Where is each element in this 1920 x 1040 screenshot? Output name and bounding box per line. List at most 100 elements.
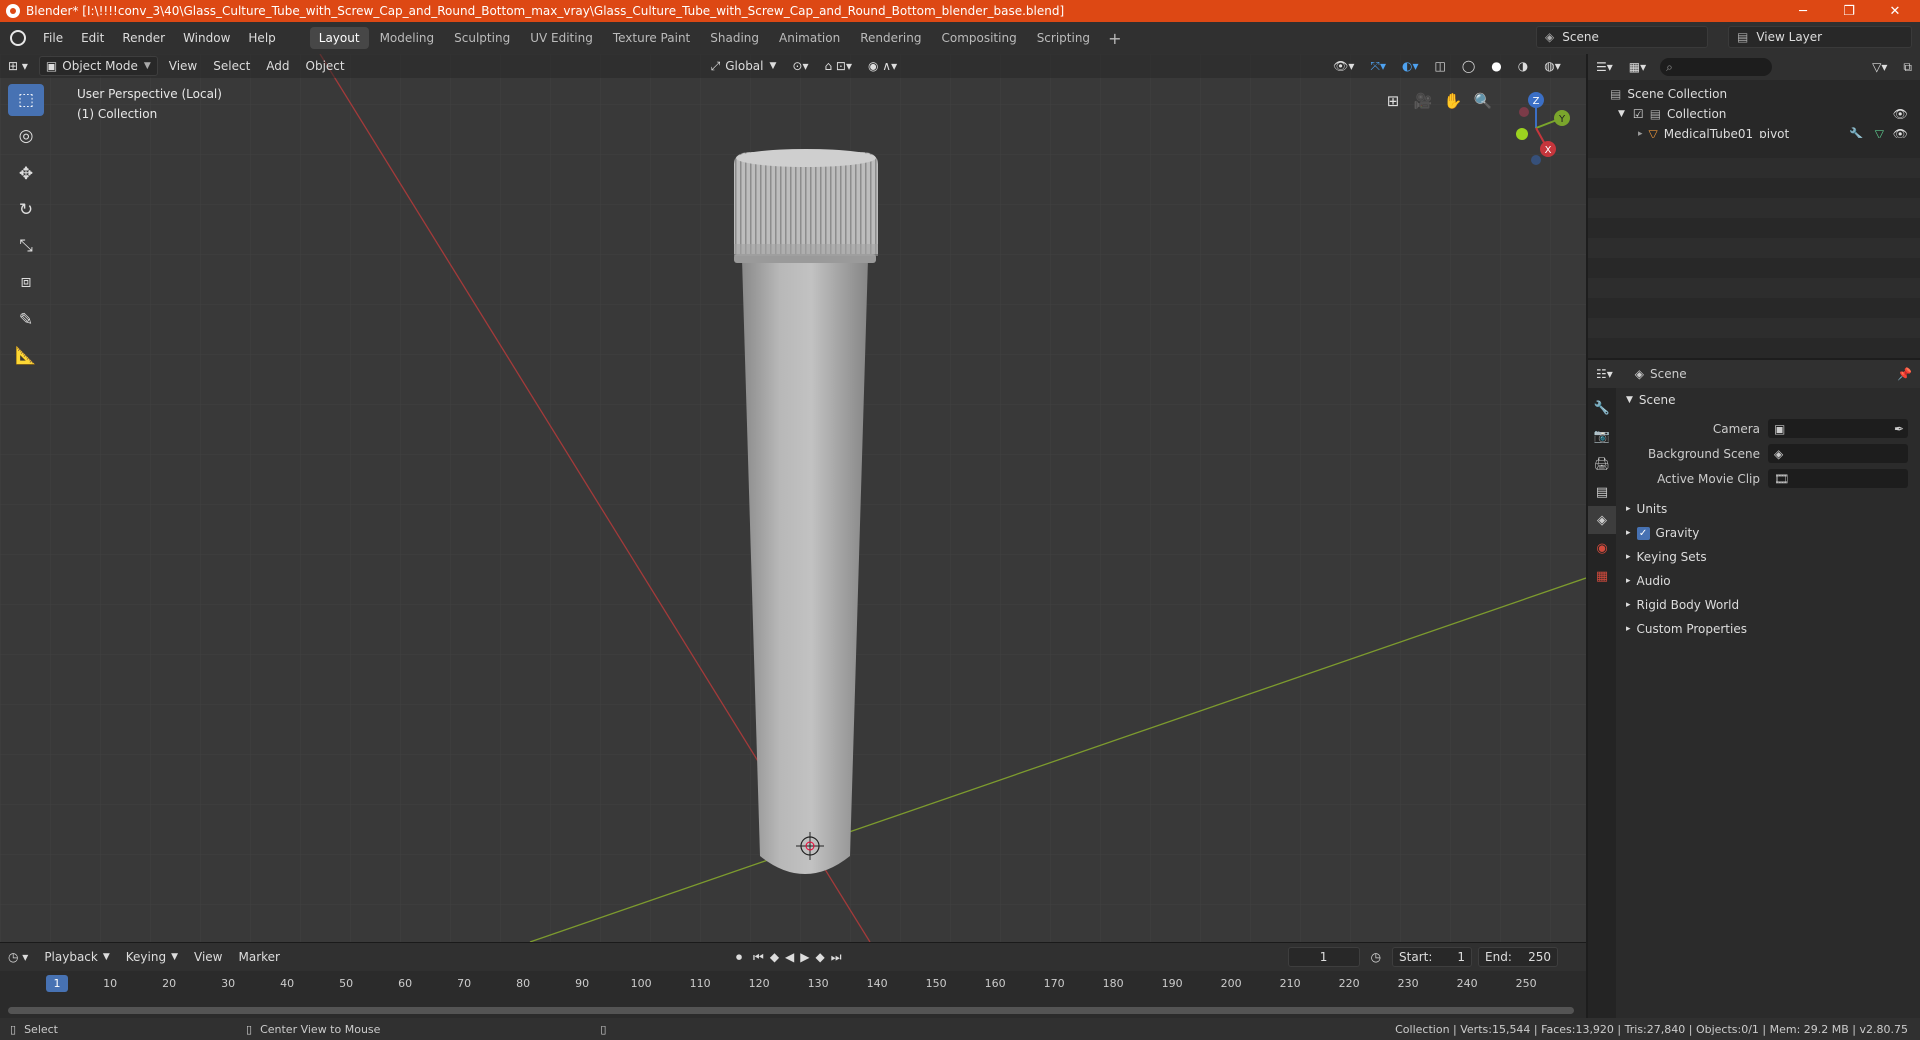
gravity-checkbox[interactable]: ✓ bbox=[1636, 526, 1650, 540]
tab-uv-editing[interactable]: UV Editing bbox=[521, 27, 602, 49]
outliner-editor-type-icon[interactable]: ☰▾ bbox=[1588, 56, 1621, 78]
play-icon[interactable]: ▶ bbox=[797, 946, 812, 968]
add-workspace-icon[interactable]: + bbox=[1100, 29, 1129, 48]
record-icon[interactable]: ⏺ bbox=[728, 946, 750, 968]
shading-rendered-icon[interactable]: ◍▾ bbox=[1536, 55, 1569, 77]
scale-icon[interactable]: ⤡ bbox=[8, 230, 44, 262]
gizmo-toggle-icon[interactable]: ⤧▾ bbox=[1362, 55, 1394, 77]
end-frame-field[interactable]: End: 250 bbox=[1478, 947, 1559, 967]
camera-view-icon[interactable]: 🎥 bbox=[1410, 88, 1436, 114]
keying-sets-panel[interactable]: ▸ Keying Sets bbox=[1616, 545, 1920, 569]
timeline-menu-view[interactable]: View bbox=[186, 946, 230, 968]
measure-icon[interactable]: 📐 bbox=[8, 340, 44, 372]
texture-tab-icon[interactable]: ▦ bbox=[1588, 562, 1616, 590]
jump-start-icon[interactable]: ⏮ bbox=[750, 946, 767, 968]
annotate-icon[interactable]: ✎ bbox=[8, 304, 44, 336]
orientation-dropdown[interactable]: ⤢ Global ▼ bbox=[703, 55, 785, 77]
render-tab-icon[interactable]: 📷 bbox=[1588, 422, 1616, 450]
scene-panel-header[interactable]: ▼ Scene bbox=[1616, 388, 1920, 412]
timeline-menu-marker[interactable]: Marker bbox=[231, 946, 288, 968]
move-icon[interactable]: ✥ bbox=[8, 158, 44, 190]
preview-range-icon[interactable]: ◷ bbox=[1363, 946, 1389, 968]
menu-help[interactable]: Help bbox=[239, 22, 284, 54]
properties-editor-type-icon[interactable]: ☷▾ bbox=[1588, 363, 1621, 385]
world-tab-icon[interactable]: ◉ bbox=[1588, 534, 1616, 562]
new-collection-icon[interactable]: ⧉ bbox=[1895, 56, 1920, 78]
current-frame-marker[interactable]: 1 bbox=[46, 975, 68, 992]
viewport-menu-object[interactable]: Object bbox=[298, 55, 353, 77]
scene-tab-active-icon[interactable]: ◈ bbox=[1588, 506, 1616, 534]
transform-icon[interactable]: ⧈ bbox=[8, 266, 44, 298]
viewport-menu-select[interactable]: Select bbox=[205, 55, 258, 77]
cursor-icon[interactable]: ◎ bbox=[8, 120, 44, 152]
timeline-menu-playback[interactable]: Playback ▼ bbox=[36, 946, 117, 968]
menu-file[interactable]: File bbox=[34, 22, 72, 54]
custom-properties-panel[interactable]: ▸ Custom Properties bbox=[1616, 617, 1920, 641]
timeline-ruler[interactable]: 1 10 20 30 40 50 60 70 80 90 100 110 120 130 140 150 16… bbox=[0, 971, 1586, 997]
mode-dropdown[interactable]: ▣ Object Mode ▼ bbox=[38, 56, 158, 76]
audio-panel[interactable]: ▸ Audio bbox=[1616, 569, 1920, 593]
visibility-icon[interactable]: 👁▾ bbox=[1325, 55, 1362, 77]
viewport-menu-view[interactable]: View bbox=[161, 55, 205, 77]
filter-icon[interactable]: ▽▾ bbox=[1864, 56, 1895, 78]
scene-selector[interactable]: ◈ Scene bbox=[1536, 26, 1708, 48]
gravity-panel[interactable]: ▸ ✓ Gravity bbox=[1616, 521, 1920, 545]
outliner-scene-collection[interactable]: ▤ Scene Collection bbox=[1588, 84, 1920, 104]
display-mode-icon[interactable]: ▦▾ bbox=[1621, 56, 1654, 78]
close-button[interactable]: ✕ bbox=[1872, 0, 1918, 22]
maximize-button[interactable]: ❐ bbox=[1826, 0, 1872, 22]
blender-menu-icon[interactable] bbox=[10, 30, 26, 46]
output-tab-icon[interactable]: 🖨 bbox=[1588, 450, 1616, 478]
outliner-collection[interactable]: ▼ ☑ ▤ Collection 👁 bbox=[1588, 104, 1920, 124]
tool-tab-icon[interactable]: 🔧 bbox=[1588, 394, 1616, 422]
current-frame-field[interactable]: 1 bbox=[1287, 947, 1360, 967]
tab-sculpting[interactable]: Sculpting bbox=[445, 27, 519, 49]
tab-shading[interactable]: Shading bbox=[701, 27, 768, 49]
tab-layout[interactable]: Layout bbox=[309, 27, 369, 49]
menu-window[interactable]: Window bbox=[174, 22, 239, 54]
tab-scripting[interactable]: Scripting bbox=[1028, 27, 1099, 49]
editor-type-icon[interactable]: ⊞ ▾ bbox=[0, 55, 36, 77]
background-scene-field[interactable]: ◈ bbox=[1768, 444, 1908, 463]
navigation-gizmo[interactable]: Z Y X bbox=[1496, 88, 1576, 168]
overlay-toggle-icon[interactable]: ◐▾ bbox=[1394, 55, 1427, 77]
rigid-body-world-panel[interactable]: ▸ Rigid Body World bbox=[1616, 593, 1920, 617]
tab-rendering[interactable]: Rendering bbox=[851, 27, 930, 49]
select-box-icon[interactable]: ⬚ bbox=[8, 84, 44, 116]
pan-hand-icon[interactable]: ✋ bbox=[1440, 88, 1466, 114]
eyedropper-icon[interactable]: ✒ bbox=[1894, 422, 1904, 436]
timeline-scrollbar[interactable] bbox=[8, 1007, 1574, 1014]
tab-modeling[interactable]: Modeling bbox=[371, 27, 444, 49]
view-layer-tab-icon[interactable]: ▤ bbox=[1588, 478, 1616, 506]
play-reverse-icon[interactable]: ◀ bbox=[782, 946, 797, 968]
pin-icon[interactable]: 📌 bbox=[1889, 363, 1920, 385]
menu-render[interactable]: Render bbox=[113, 22, 174, 54]
tab-compositing[interactable]: Compositing bbox=[932, 27, 1025, 49]
minimize-button[interactable]: ─ bbox=[1780, 0, 1826, 22]
expand-arrow-icon[interactable]: ▼ bbox=[1618, 109, 1625, 119]
shading-material-icon[interactable]: ◑ bbox=[1510, 55, 1536, 77]
tab-animation[interactable]: Animation bbox=[770, 27, 849, 49]
rotate-icon[interactable]: ↻ bbox=[8, 194, 44, 226]
eye-icon[interactable]: 👁 bbox=[1893, 107, 1908, 121]
tab-texture-paint[interactable]: Texture Paint bbox=[604, 27, 699, 49]
shading-wireframe-icon[interactable]: ◯ bbox=[1454, 55, 1483, 77]
camera-field[interactable]: ▣ ✒ bbox=[1768, 419, 1908, 438]
jump-end-icon[interactable]: ⏭ bbox=[828, 946, 845, 968]
3d-viewport[interactable]: ⊞ ▾ ▣ Object Mode ▼ View Select Add Obje… bbox=[0, 54, 1586, 942]
shading-solid-icon[interactable]: ● bbox=[1483, 55, 1509, 77]
proportional-edit-icon[interactable]: ◉ ∧▾ bbox=[860, 55, 905, 77]
next-keyframe-icon[interactable]: ◆ bbox=[813, 946, 828, 968]
xray-icon[interactable]: ◫ bbox=[1427, 55, 1454, 77]
menu-edit[interactable]: Edit bbox=[72, 22, 113, 54]
pivot-icon[interactable]: ⊙▾ bbox=[784, 55, 816, 77]
snap-icon[interactable]: ⌂ ⊡▾ bbox=[817, 55, 861, 77]
start-frame-field[interactable]: Start: 1 bbox=[1392, 947, 1473, 967]
grid-view-icon[interactable]: ⊞ bbox=[1380, 88, 1406, 114]
checkbox-icon[interactable]: ☑ bbox=[1633, 107, 1644, 121]
outliner-search-input[interactable]: ⌕ bbox=[1660, 58, 1773, 76]
view-layer-selector[interactable]: ▤ View Layer bbox=[1728, 26, 1912, 48]
timeline-menu-keying[interactable]: Keying ▼ bbox=[118, 946, 186, 968]
timeline-editor-type-icon[interactable]: ◷ ▾ bbox=[0, 946, 36, 968]
viewport-menu-add[interactable]: Add bbox=[258, 55, 297, 77]
